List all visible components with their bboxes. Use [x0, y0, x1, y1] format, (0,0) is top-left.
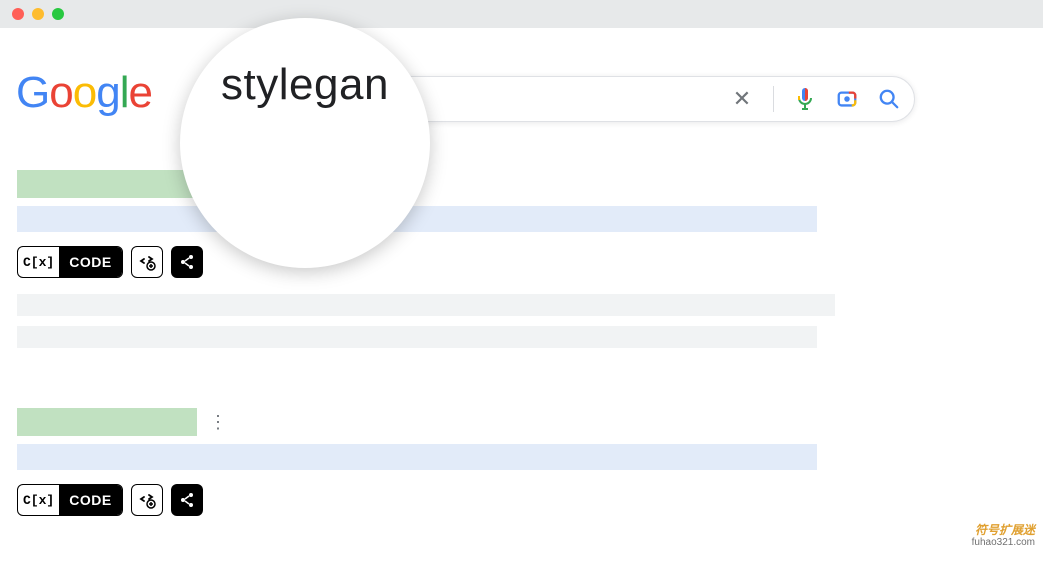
- result-source-badge[interactable]: [17, 408, 197, 436]
- watermark: 符号扩展迷 fuhao321.com: [972, 523, 1035, 549]
- close-window-button[interactable]: [12, 8, 24, 20]
- image-search-icon[interactable]: [836, 88, 858, 110]
- search-result: ⋮ C[x] CODE: [17, 170, 847, 348]
- code-icon: C[x]: [18, 255, 59, 270]
- minimize-window-button[interactable]: [32, 8, 44, 20]
- clear-icon[interactable]: ✕: [731, 88, 753, 110]
- code-label: CODE: [59, 485, 121, 515]
- search-results: ⋮ C[x] CODE ⋮ C[x] CODE: [17, 170, 847, 576]
- code-button[interactable]: C[x] CODE: [17, 484, 123, 516]
- search-query-magnified: stylegan: [180, 18, 430, 268]
- code-label: CODE: [59, 247, 121, 277]
- search-icon[interactable]: [878, 88, 900, 110]
- search-result: ⋮ C[x] CODE: [17, 408, 847, 516]
- search-header: Google ✕ stylegan: [0, 28, 1043, 128]
- share-button[interactable]: [171, 484, 203, 516]
- share-button[interactable]: [171, 246, 203, 278]
- google-logo[interactable]: Google: [16, 68, 152, 118]
- maximize-window-button[interactable]: [52, 8, 64, 20]
- add-code-button[interactable]: [131, 246, 163, 278]
- code-button[interactable]: C[x] CODE: [17, 246, 123, 278]
- result-title-link[interactable]: [17, 206, 817, 232]
- result-source-badge[interactable]: [17, 170, 197, 198]
- separator: [773, 86, 774, 112]
- add-code-button[interactable]: [131, 484, 163, 516]
- more-options-icon[interactable]: ⋮: [209, 412, 225, 433]
- result-title-link[interactable]: [17, 444, 817, 470]
- search-query-text: stylegan: [221, 60, 389, 110]
- voice-search-icon[interactable]: [794, 88, 816, 110]
- window-titlebar: [0, 0, 1043, 28]
- result-snippet-line: [17, 294, 835, 316]
- code-icon: C[x]: [18, 493, 59, 508]
- result-snippet-line: [17, 326, 817, 348]
